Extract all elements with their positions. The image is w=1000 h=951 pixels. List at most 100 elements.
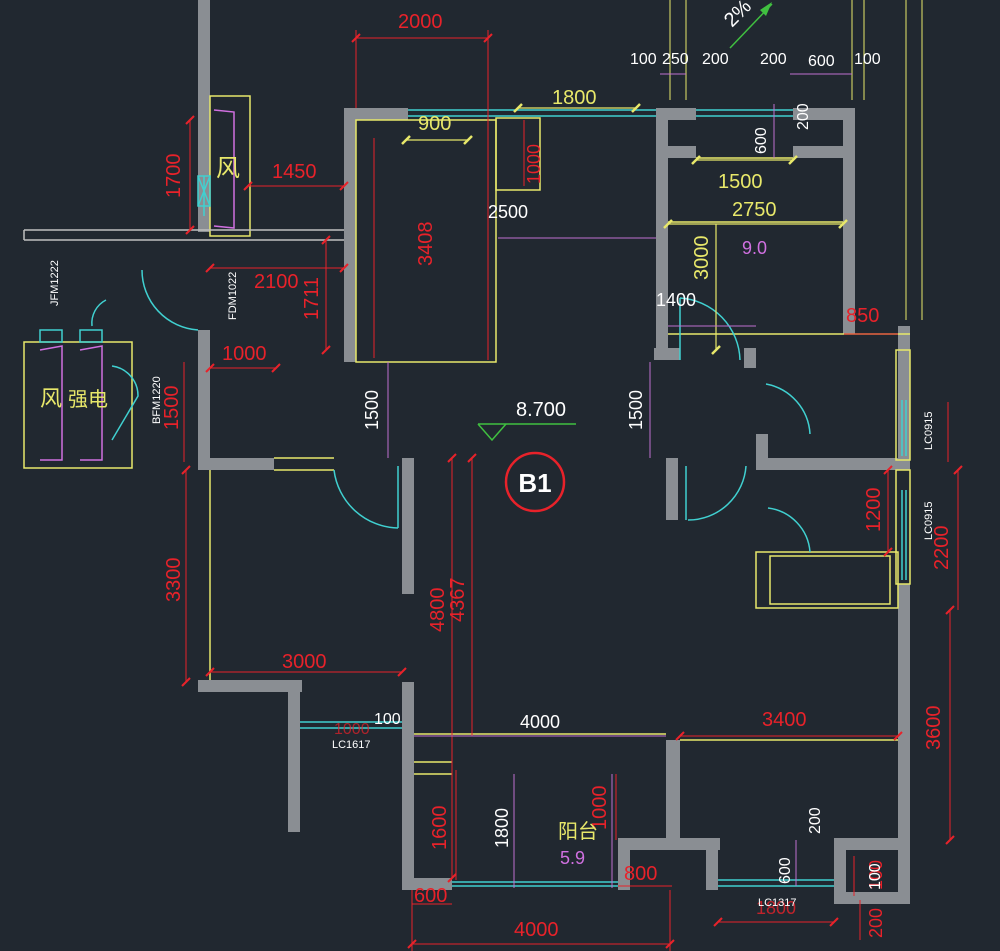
wall-top-room-top (344, 108, 408, 120)
dim-3400: 3400 (762, 709, 807, 731)
wall-center-right (666, 458, 678, 520)
dim-600-right: 600 (777, 857, 794, 884)
axis-tag-label: B1 (518, 468, 551, 498)
dim-100-right: 100 (867, 863, 884, 890)
door-arc-left-room (333, 469, 399, 529)
wall-kitchen-left-b (654, 348, 680, 360)
dim-100-top-b: 100 (854, 51, 881, 68)
walls (198, 0, 910, 904)
wall-bottom-box-left (618, 838, 720, 850)
strong-elec-label: 强电 (68, 388, 108, 411)
dim-4000-bottom: 4000 (514, 919, 559, 941)
dim-1000-closet: 1000 (524, 144, 544, 184)
dim-2750: 2750 (732, 199, 777, 221)
elevation-triangle (477, 423, 507, 442)
wall-left-room-bottom (198, 680, 302, 692)
dim-1200: 1200 (863, 488, 885, 533)
wall-kitchen-left (656, 108, 668, 360)
wall-bottom-right-box-l (834, 838, 846, 900)
dim-800: 800 (624, 863, 657, 885)
dim-1450: 1450 (272, 161, 317, 183)
wall-left-stub (288, 680, 300, 832)
wall-top-room-left (344, 108, 356, 362)
wall-bottom-box-r (706, 838, 718, 890)
balcony-label: 阳台 (558, 820, 598, 843)
dim-2000: 2000 (398, 11, 443, 33)
yellow-outlines (23, 95, 911, 775)
dim-1000-left: 1000 (222, 343, 267, 365)
wall-right-mid-left (744, 348, 756, 368)
wall-center-right-b (666, 740, 680, 840)
dim-200-bottom: 200 (866, 908, 886, 938)
wall-center-left-b (402, 682, 414, 890)
dim-1400: 1400 (656, 290, 696, 310)
dim-3000-kitchen: 3000 (691, 236, 713, 281)
dim-900: 900 (418, 113, 451, 135)
dim-1500-corridor-left: 1500 (362, 390, 382, 430)
wall-right-door-jamb (756, 434, 768, 470)
dim-1800-balcony: 1800 (492, 808, 512, 848)
dim-1700: 1700 (163, 154, 185, 199)
dim-2500: 2500 (488, 202, 528, 222)
dim-1600-balcony: 1600 (429, 806, 451, 851)
dim-1800-top: 1800 (552, 87, 597, 109)
dim-3000: 3000 (282, 651, 327, 673)
wall-right-outer (898, 326, 910, 466)
dim-600-top: 600 (808, 53, 835, 70)
window-lc0915-b-label: LC0915 (923, 501, 935, 540)
wall-kitchen-top (656, 108, 696, 120)
dim-250: 250 (662, 51, 689, 68)
left-shaft-x-a (39, 329, 63, 343)
left-shaft-x-b (79, 329, 103, 343)
door-arc-right-c (767, 507, 811, 553)
door-jfm-label: JFM1222 (49, 260, 61, 306)
wall-kitchen-top-b (666, 146, 696, 158)
wall-bottom-right-base (834, 892, 910, 904)
door-arc-bfm (111, 365, 139, 441)
dim-100-lc: 100 (374, 711, 401, 728)
door-arc-jfm (91, 299, 107, 327)
dim-100-top-a: 100 (630, 51, 657, 68)
door-bfm-label: BFM1220 (151, 376, 163, 424)
shaft-top-label: 风 (216, 155, 240, 182)
dim-200-vertical: 200 (795, 103, 812, 130)
right-room-outline (755, 551, 899, 609)
elevation-mark (477, 423, 576, 442)
wall-right-mid (756, 458, 910, 470)
dim-2100: 2100 (254, 271, 299, 293)
door-arc-right-b (687, 465, 747, 521)
elevation-label: 8.700 (516, 399, 566, 421)
floor-plan-canvas: 2000 1700 1450 3408 2100 1711 1000 1500 … (23, 0, 963, 951)
dim-200-right: 200 (807, 807, 824, 834)
dim-1500-kitchen: 1500 (718, 171, 763, 193)
door-fdm-label: FDM1022 (227, 272, 239, 320)
wall-left-room-top (198, 458, 274, 470)
dim-3600: 3600 (923, 706, 945, 751)
dim-1000-lc: 1000 (334, 721, 370, 738)
dim-1500-left: 1500 (161, 386, 183, 431)
dim-600-bottom: 600 (414, 885, 447, 907)
dim-4000-mid: 4000 (520, 712, 560, 732)
yellow-dimension-lines (406, 107, 843, 350)
shaft-left-label: 风 (40, 386, 62, 411)
window-lc1617-label: LC1617 (332, 739, 371, 751)
door-arc-fdm (141, 269, 199, 331)
wall-kitchen-top-right (793, 146, 855, 158)
dim-3408: 3408 (415, 222, 437, 267)
dim-850: 850 (846, 305, 879, 327)
dim-1500-corridor-right: 1500 (626, 390, 646, 430)
balcony-area: 5.9 (560, 848, 585, 868)
yellow-ticks (401, 103, 848, 355)
window-lc0915-a-label: LC0915 (923, 411, 935, 450)
dim-1711: 1711 (301, 277, 323, 320)
kitchen-area: 9.0 (742, 238, 767, 258)
door-arc-right-a (765, 383, 811, 435)
window-lc1317-label: LC1317 (758, 897, 797, 909)
dim-200-top-a: 200 (702, 51, 729, 68)
dim-4800: 4800 (427, 588, 449, 633)
dim-600-vertical: 600 (753, 127, 770, 154)
magenta-dimension-lines (387, 73, 852, 888)
dim-3300: 3300 (163, 558, 185, 603)
wall-center-left (402, 458, 414, 594)
right-closet-outline (769, 555, 891, 605)
